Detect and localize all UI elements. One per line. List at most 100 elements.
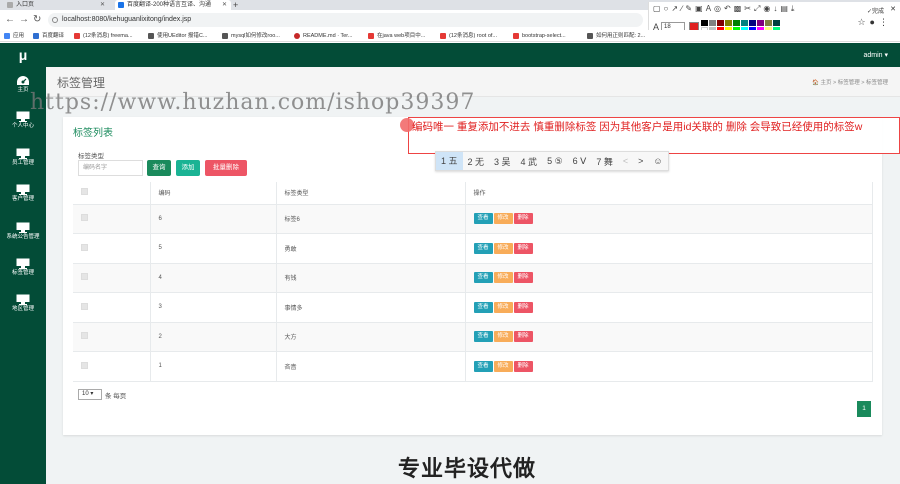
- sidebar-item-tags[interactable]: 标签管理: [0, 253, 46, 283]
- cell-code: 5: [150, 233, 277, 264]
- sidebar-item-regions[interactable]: 地区管理: [0, 289, 46, 319]
- sidebar-item-label: 员工管理: [11, 160, 34, 166]
- ime-candidate[interactable]: 3 吴: [489, 155, 516, 168]
- view-button[interactable]: 查看: [473, 301, 493, 313]
- select-all-checkbox-cell[interactable]: [73, 182, 151, 205]
- browser-tab-2[interactable]: 百度翻译-200种语言互译、沟通 ✕: [115, 0, 231, 10]
- search-input[interactable]: 编码名字: [78, 160, 143, 176]
- table-row: 5 勇敢 查看 修改 删除: [73, 233, 873, 264]
- view-button[interactable]: 查看: [473, 360, 493, 372]
- cell-actions: 查看 修改 删除: [465, 292, 873, 323]
- row-checkbox[interactable]: [81, 332, 88, 340]
- delete-button[interactable]: 删除: [513, 331, 533, 343]
- ime-prev-icon[interactable]: <: [618, 156, 633, 166]
- cell-actions: 查看 修改 删除: [465, 351, 873, 382]
- bookmark-item[interactable]: 如何用正则匹配: 2...: [587, 31, 645, 41]
- bookmark-icon: [148, 33, 154, 39]
- edit-button[interactable]: 修改: [493, 331, 513, 343]
- view-button[interactable]: 查看: [473, 331, 493, 343]
- cell-type: 大方: [276, 322, 466, 352]
- delete-button[interactable]: 删除: [513, 360, 533, 372]
- annotation-tools-icon[interactable]: ▢○↗∕✎▣A◎↶▩✂⤢◉↓▤⤓: [653, 4, 797, 14]
- view-button[interactable]: 查看: [473, 272, 493, 284]
- browser-tab-1[interactable]: 入口页 ✕: [4, 0, 109, 10]
- cell-code: 1: [150, 351, 277, 382]
- ime-emoji-icon[interactable]: ☺: [648, 156, 667, 166]
- bookmark-icon: [587, 33, 593, 39]
- annotation-close-icon[interactable]: ✕: [890, 5, 896, 13]
- tab-close-icon[interactable]: ✕: [100, 0, 105, 10]
- page-size-select[interactable]: 10 ▾: [78, 389, 102, 400]
- bookmark-item[interactable]: README.md · Ter...: [294, 31, 352, 41]
- add-button[interactable]: 添加: [176, 160, 200, 176]
- ime-candidate[interactable]: 4 武: [516, 155, 543, 168]
- user-menu[interactable]: admin ▾: [863, 51, 888, 59]
- bookmark-item[interactable]: 使用UEditor 报错C...: [148, 31, 207, 41]
- sidebar-item-announcements[interactable]: 系统公告管理: [0, 217, 46, 247]
- watermark-url: https://www.huzhan.com/ishop39397: [30, 90, 476, 115]
- annotation-done-button[interactable]: ✓完成: [867, 6, 884, 15]
- row-checkbox[interactable]: [81, 361, 88, 369]
- page-size-label: 条 每页: [105, 393, 127, 400]
- bookmark-item[interactable]: (12条消息) root of...: [440, 31, 497, 41]
- edit-button[interactable]: 修改: [493, 360, 513, 372]
- query-button[interactable]: 查询: [147, 160, 171, 176]
- tab-close-icon[interactable]: ✕: [222, 0, 227, 10]
- ime-candidate[interactable]: 6 Ⅴ: [568, 156, 592, 167]
- bookmark-item[interactable]: (12条消息) freema...: [74, 31, 133, 41]
- ime-candidate[interactable]: 1 五: [436, 152, 463, 170]
- ime-candidate[interactable]: 2 无: [463, 155, 490, 168]
- row-checkbox[interactable]: [81, 214, 88, 222]
- breadcrumb[interactable]: 🏠 主页 > 标签管理 > 标签管理: [812, 78, 888, 86]
- cell-type: 吝啬: [276, 351, 466, 382]
- cell-type: 勇敢: [276, 233, 466, 264]
- back-arrow-icon[interactable]: ←: [5, 14, 15, 25]
- edit-button[interactable]: 修改: [493, 272, 513, 284]
- bookmark-icon: [368, 33, 374, 39]
- monitor-icon: [16, 184, 30, 195]
- batch-delete-button[interactable]: 批量删除: [205, 160, 247, 176]
- edit-button[interactable]: 修改: [493, 301, 513, 313]
- edit-button[interactable]: 修改: [493, 213, 513, 225]
- cell-code: 3: [150, 292, 277, 323]
- ime-next-icon[interactable]: >: [633, 156, 648, 166]
- pagination-page-1[interactable]: 1: [857, 401, 871, 417]
- delete-button[interactable]: 删除: [513, 213, 533, 225]
- bookmark-icon: [222, 33, 228, 39]
- bookmark-item[interactable]: 应用: [4, 31, 24, 41]
- table-header-row: 编码 标签类型 操作: [73, 182, 873, 205]
- cell-type: 事情多: [276, 292, 466, 323]
- row-checkbox[interactable]: [81, 302, 88, 310]
- filter-label: 标签类型: [78, 153, 104, 160]
- reload-icon[interactable]: ↻: [33, 14, 41, 25]
- bookmarks-bar: 应用 百度翻译 (12条消息) freema... 使用UEditor 报错C.…: [0, 30, 900, 42]
- sidebar-item-customers[interactable]: 客户管理: [0, 179, 46, 209]
- new-tab-button[interactable]: +: [233, 0, 238, 10]
- view-button[interactable]: 查看: [473, 213, 493, 225]
- bookmark-item[interactable]: mysql如何修改roo...: [222, 31, 280, 41]
- row-checkbox[interactable]: [81, 243, 88, 251]
- bookmark-item[interactable]: 在java web项目中...: [368, 31, 425, 41]
- row-checkbox[interactable]: [81, 273, 88, 281]
- column-header: 标签类型: [276, 182, 466, 205]
- forward-arrow-icon[interactable]: →: [19, 14, 29, 25]
- delete-button[interactable]: 删除: [513, 272, 533, 284]
- cell-actions: 查看 修改 删除: [465, 322, 873, 352]
- app-top-navbar: [0, 43, 900, 67]
- select-all-checkbox[interactable]: [81, 188, 88, 196]
- browser-extension-icons[interactable]: ☆●⋮: [857, 17, 892, 28]
- edit-button[interactable]: 修改: [493, 242, 513, 254]
- cell-actions: 查看 修改 删除: [465, 204, 873, 234]
- site-info-icon[interactable]: [52, 17, 58, 23]
- view-button[interactable]: 查看: [473, 242, 493, 254]
- url-field[interactable]: localhost:8080/kehuguanlixitong/index.js…: [48, 13, 643, 27]
- sidebar-item-employees[interactable]: 员工管理: [0, 143, 46, 173]
- delete-button[interactable]: 删除: [513, 301, 533, 313]
- bookmark-item[interactable]: 百度翻译: [33, 31, 64, 41]
- ime-candidate-bar: 1 五 2 无 3 吴 4 武 5 ⑤ 6 Ⅴ 7 舞 < > ☺: [435, 151, 669, 171]
- ime-candidate[interactable]: 7 舞: [591, 155, 618, 168]
- annotation-note-text[interactable]: 编码唯一 重复添加不进去 慎重删除标签 因为其他客户是用id关联的 删除 会导致…: [412, 120, 900, 134]
- ime-candidate[interactable]: 5 ⑤: [542, 156, 568, 167]
- delete-button[interactable]: 删除: [513, 242, 533, 254]
- bookmark-item[interactable]: bootstrap-select...: [513, 31, 566, 41]
